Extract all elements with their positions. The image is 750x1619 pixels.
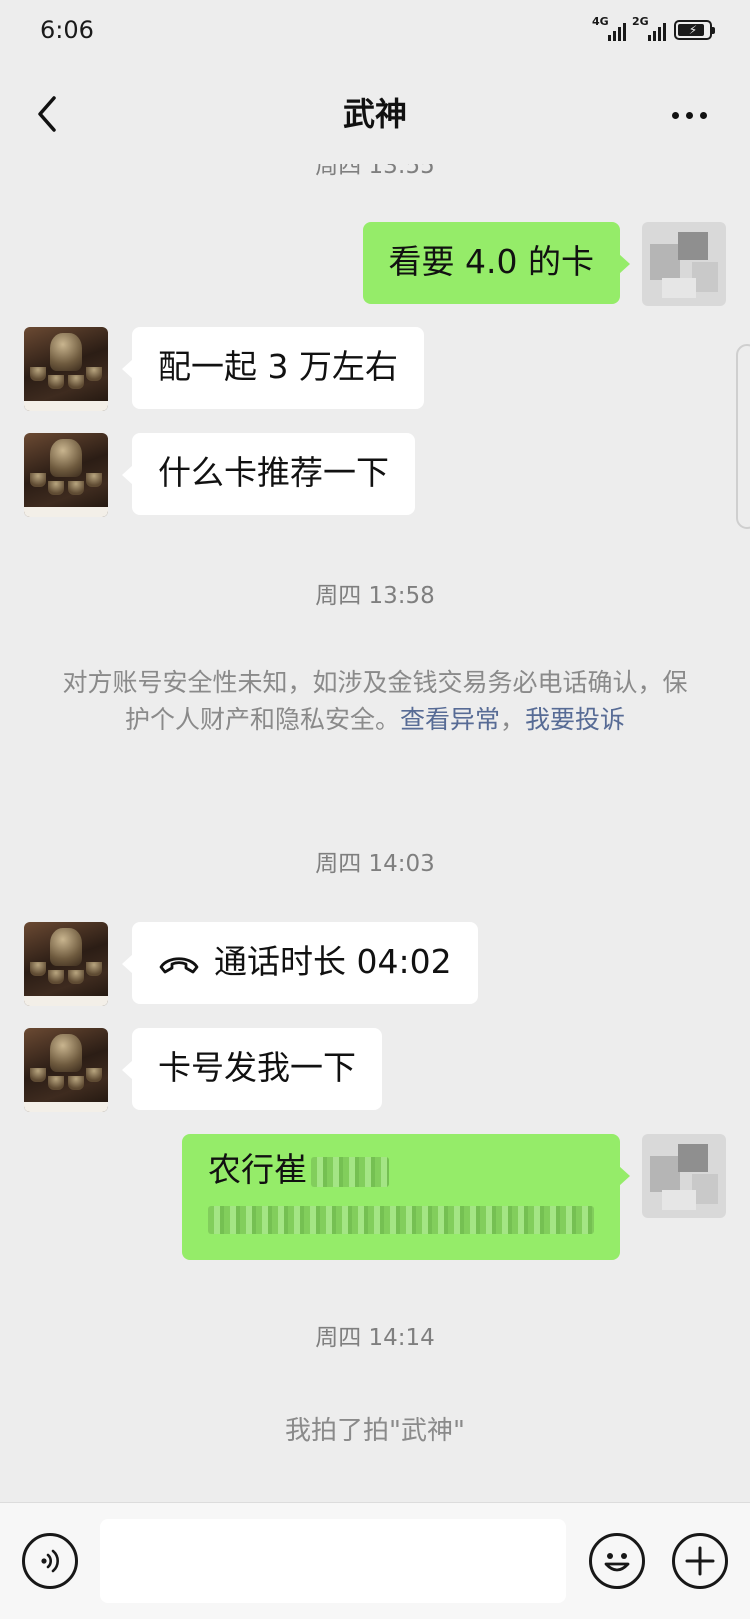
chat-title: 武神: [342, 95, 407, 133]
contact-avatar[interactable]: [24, 922, 108, 1006]
report-link[interactable]: 我要投诉: [525, 705, 625, 734]
timestamp: 周四 13:55: [315, 164, 435, 179]
voice-button[interactable]: [22, 1533, 78, 1589]
more-functions-button[interactable]: [672, 1533, 728, 1589]
incoming-message-bubble[interactable]: 卡号发我一下: [122, 1028, 382, 1110]
timestamp: 周四 13:58: [315, 583, 435, 609]
voice-icon: [41, 1549, 59, 1573]
call-record-bubble[interactable]: 通话时长 04:02: [122, 922, 478, 1004]
my-avatar[interactable]: [642, 222, 726, 306]
pat-system-message: 我拍了拍"武神": [285, 1416, 465, 1446]
message-input[interactable]: [100, 1519, 566, 1603]
chat-message-list[interactable]: 周四 13:55 看要 4.0 的卡 配一起 3 万左右 什么卡推荐一下 周四 …: [0, 164, 750, 1502]
emoji-icon: [604, 1553, 630, 1572]
status-icons: 4G 2G ⚡: [592, 15, 715, 41]
outgoing-message-bubble[interactable]: 农行崔: [182, 1134, 630, 1260]
network-type-label: 4G: [592, 15, 609, 28]
incoming-message-bubble[interactable]: 什么卡推荐一下: [122, 433, 415, 515]
network-type-label: 2G: [632, 15, 649, 28]
status-time: 6:06: [40, 16, 94, 44]
contact-avatar[interactable]: [24, 327, 108, 411]
signal-2g-icon: 2G: [632, 15, 666, 41]
my-avatar[interactable]: [642, 1134, 726, 1218]
back-button[interactable]: [30, 94, 70, 134]
status-bar: 6:06 4G 2G ⚡: [0, 0, 750, 60]
message-text: 卡号发我一下: [158, 1048, 356, 1087]
contact-avatar[interactable]: [24, 433, 108, 517]
phone-hangup-icon: [159, 956, 199, 973]
emoji-button[interactable]: [589, 1533, 645, 1589]
security-notice: 对方账号安全性未知，如涉及金钱交易务必电话确认，保护个人财产和隐私安全。查看异常…: [60, 664, 690, 738]
message-text: 看要 4.0 的卡: [388, 242, 594, 281]
chevron-left-icon: [38, 96, 56, 132]
side-scroll-handle[interactable]: [736, 344, 750, 529]
more-button[interactable]: [672, 100, 712, 130]
timestamp: 周四 14:14: [315, 1325, 435, 1351]
redacted-name: [311, 1156, 389, 1187]
nav-bar: 武神: [0, 60, 750, 164]
message-text: 农行崔: [208, 1150, 307, 1189]
input-bar: [0, 1502, 750, 1619]
outgoing-message-bubble[interactable]: 看要 4.0 的卡: [362, 222, 631, 304]
message-text: 配一起 3 万左右: [158, 347, 398, 386]
redacted-card-number: [208, 1205, 594, 1234]
notice-separator: ，: [500, 705, 526, 734]
timestamp: 周四 14:03: [315, 851, 435, 877]
plus-icon: [685, 1546, 715, 1576]
signal-4g-icon: 4G: [592, 15, 626, 41]
contact-avatar[interactable]: [24, 1028, 108, 1112]
battery-icon: ⚡: [674, 20, 715, 40]
more-dots-icon: [672, 111, 679, 119]
view-anomaly-link[interactable]: 查看异常: [400, 705, 500, 734]
incoming-message-bubble[interactable]: 配一起 3 万左右: [122, 327, 424, 409]
message-text: 什么卡推荐一下: [158, 453, 389, 492]
message-text: 通话时长 04:02: [214, 942, 452, 981]
